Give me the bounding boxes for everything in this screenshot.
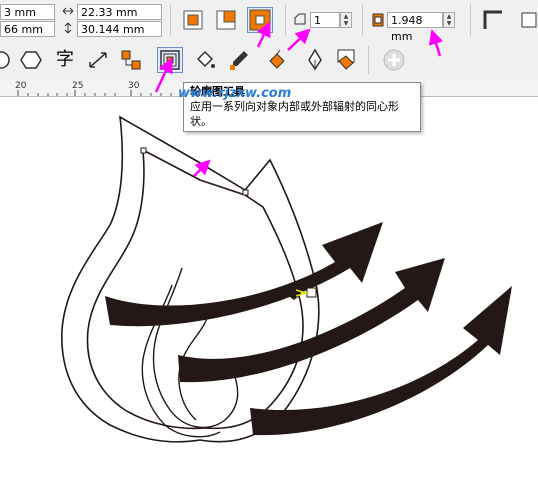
separator	[470, 4, 471, 36]
height-field[interactable]: 30.144 mm	[77, 21, 162, 37]
contour-corners-button[interactable]	[480, 7, 506, 33]
ruler-label: 25	[72, 81, 84, 91]
watermark: www.rjzxw.com	[178, 86, 292, 101]
polygon-tool-icon[interactable]	[18, 47, 44, 73]
tooltip-description: 应用一系列向对象内部或外部辐射的同心形状。	[190, 100, 399, 128]
contour-steps-field[interactable]: 1	[310, 12, 340, 28]
x-position-field[interactable]: 3 mm	[0, 4, 55, 20]
contour-offset-field[interactable]: 1.948 mm	[387, 12, 443, 43]
y-position-field[interactable]: 66 mm	[0, 21, 55, 37]
to-center-button[interactable]	[180, 7, 206, 33]
width-icon	[62, 5, 74, 20]
add-tool-icon[interactable]	[381, 47, 407, 73]
property-bar: 3 mm 66 mm 22.33 mm 30.144 mm 1 ▲ ▼ 1.948…	[0, 0, 538, 43]
contour-direction-handle	[306, 287, 317, 298]
contour-offset-icon	[372, 13, 384, 30]
connector-tool-icon[interactable]	[118, 47, 144, 73]
contour-tool-icon[interactable]	[157, 47, 183, 73]
node-handle	[242, 189, 249, 196]
width-field[interactable]: 22.33 mm	[77, 4, 162, 20]
separator	[368, 46, 369, 74]
steps-spinner[interactable]: ▲ ▼	[340, 12, 352, 28]
contour-steps-icon	[293, 12, 307, 29]
arrow-shape	[105, 222, 383, 327]
inside-contour-button[interactable]	[213, 7, 239, 33]
separator	[170, 4, 171, 36]
ellipse-tool-icon[interactable]	[0, 47, 14, 73]
eyedropper-tool-icon[interactable]	[226, 47, 252, 73]
interactive-fill-icon[interactable]	[264, 47, 290, 73]
offset-spinner[interactable]: ▲ ▼	[443, 12, 455, 28]
fill-tool-icon[interactable]	[192, 47, 218, 73]
ruler-label: 20	[15, 81, 27, 91]
inner-flame-curve	[152, 267, 239, 429]
separator	[285, 4, 286, 36]
node-handle	[140, 147, 147, 154]
contour-color-button[interactable]	[518, 7, 538, 33]
outside-contour-button[interactable]	[247, 7, 273, 33]
dimension-tool-icon[interactable]	[85, 47, 111, 73]
text-tool-icon[interactable]: 字	[52, 47, 78, 73]
height-icon	[62, 22, 74, 37]
drawing-canvas[interactable]	[0, 97, 538, 479]
smart-fill-icon[interactable]	[333, 47, 359, 73]
ruler-label: 30	[128, 81, 140, 91]
pen-outline-icon[interactable]	[302, 47, 328, 73]
separator	[362, 4, 363, 36]
toolbox: 字	[0, 40, 538, 81]
